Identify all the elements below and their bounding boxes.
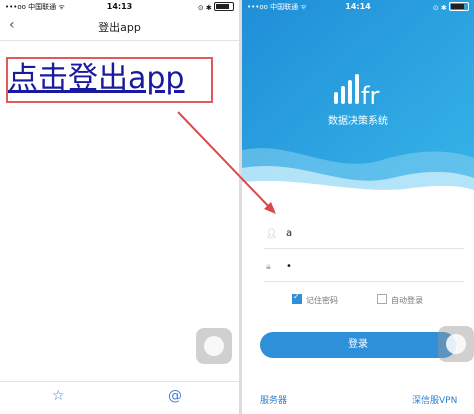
annotation-arrow [177,111,276,214]
